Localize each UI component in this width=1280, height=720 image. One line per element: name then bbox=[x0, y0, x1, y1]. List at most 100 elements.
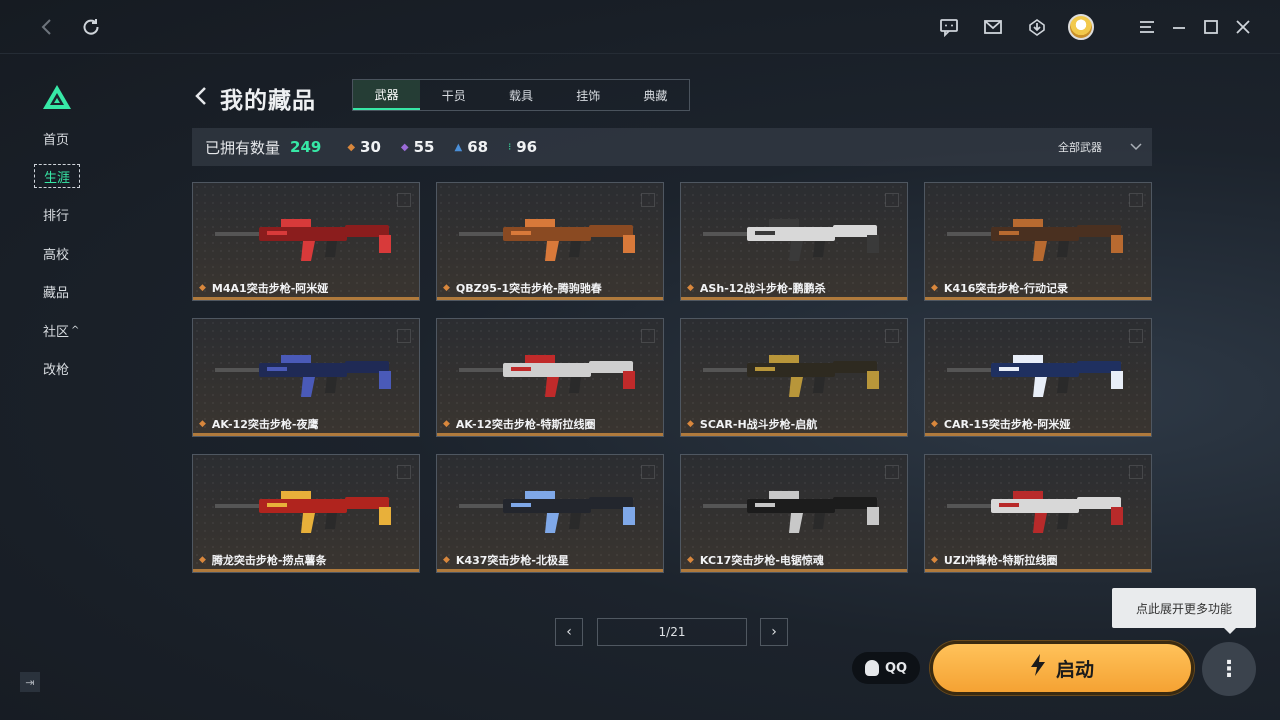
mail-icon[interactable] bbox=[980, 14, 1006, 40]
weapon-card[interactable]: ◆ QBZ95-1突击步枪-腾驹驰春 bbox=[436, 182, 664, 301]
sidebar-item-college[interactable]: 高校 bbox=[34, 241, 78, 265]
weapon-name: ◆ 腾龙突击步枪-捞点薯条 bbox=[199, 552, 327, 568]
weapon-name-label: CAR-15突击步枪-阿米娅 bbox=[943, 418, 1071, 431]
weapon-name: ◆ QBZ95-1突击步枪-腾驹驰春 bbox=[443, 280, 602, 296]
sidebar-item-home[interactable]: 首页 bbox=[34, 126, 78, 150]
rarity-rare: ▲ 68 bbox=[454, 138, 488, 156]
sidebar-item-collection[interactable]: 藏品 bbox=[34, 279, 78, 303]
rarity-gem-icon: ⁝ bbox=[508, 141, 512, 153]
weapon-name-label: UZI冲锋枪-特斯拉线圈 bbox=[943, 554, 1058, 567]
chevron-down-icon bbox=[1130, 140, 1142, 154]
lightning-icon bbox=[1030, 654, 1046, 682]
sidebar-item-gunsmith[interactable]: 改枪 bbox=[34, 356, 78, 380]
tab-vehicles[interactable]: 载具 bbox=[487, 80, 554, 110]
weapon-name: ◆ ASh-12战斗步枪-鹏鹏杀 bbox=[687, 280, 826, 296]
rarity-count: 30 bbox=[360, 138, 381, 156]
weapon-card[interactable]: ◆ K416突击步枪-行动记录 bbox=[924, 182, 1152, 301]
tab-charms[interactable]: 挂饰 bbox=[555, 80, 622, 110]
refresh-icon[interactable] bbox=[78, 14, 104, 40]
weapon-card[interactable]: ◆ UZI冲锋枪-特斯拉线圈 bbox=[924, 454, 1152, 573]
weapon-card[interactable]: ◆ KC17突击步枪-电锯惊魂 bbox=[680, 454, 908, 573]
app-logo-icon[interactable] bbox=[42, 84, 72, 110]
rarity-gem-icon: ◆ bbox=[199, 283, 206, 293]
menu-icon[interactable] bbox=[1134, 14, 1160, 40]
launch-label: 启动 bbox=[1055, 658, 1094, 681]
weapon-card[interactable]: ◆ AK-12突击步枪-夜鹰 bbox=[192, 318, 420, 437]
weapon-image bbox=[459, 491, 635, 533]
weapon-card[interactable]: ◆ SCAR-H战斗步枪-启航 bbox=[680, 318, 908, 437]
qq-icon bbox=[864, 660, 879, 676]
weapon-name: ◆ SCAR-H战斗步枪-启航 bbox=[687, 416, 817, 432]
qq-login-button[interactable]: QQ bbox=[852, 652, 920, 684]
rarity-gem-icon: ◆ bbox=[931, 555, 938, 565]
weapon-name: ◆ M4A1突击步枪-阿米娅 bbox=[199, 280, 328, 296]
minimize-icon[interactable] bbox=[1166, 14, 1192, 40]
tab-weapons[interactable]: 武器 bbox=[353, 80, 421, 110]
avatar[interactable] bbox=[1068, 14, 1094, 40]
close-icon[interactable] bbox=[1230, 14, 1256, 40]
sidebar-item-career[interactable]: 生涯 bbox=[34, 164, 81, 188]
weapon-card[interactable]: ◆ 腾龙突击步枪-捞点薯条 bbox=[192, 454, 420, 573]
weapon-image bbox=[459, 219, 635, 261]
weapon-name: ◆ KC17突击步枪-电锯惊魂 bbox=[687, 552, 824, 568]
rarity-gem-icon: ◆ bbox=[931, 419, 938, 429]
title-bar bbox=[0, 0, 1280, 54]
weapon-name-label: ASh-12战斗步枪-鹏鹏杀 bbox=[699, 282, 826, 295]
weapon-name-label: KC17突击步枪-电锯惊魂 bbox=[699, 554, 824, 567]
rarity-count: 96 bbox=[516, 138, 538, 156]
weapon-name: ◆ AK-12突击步枪-特斯拉线圈 bbox=[443, 416, 595, 432]
caret-up-icon: ^ bbox=[71, 324, 80, 336]
rarity-legendary: ◆ 30 bbox=[347, 138, 381, 156]
maximize-icon[interactable] bbox=[1198, 14, 1224, 40]
chat-icon[interactable] bbox=[936, 14, 962, 40]
weapon-card[interactable]: ◆ CAR-15突击步枪-阿米娅 bbox=[924, 318, 1152, 437]
sidebar: 首页 生涯 排行 高校 藏品 社区 ^ 改枪 ⇥ bbox=[0, 54, 112, 720]
weapon-name-label: K437突击步枪-北极星 bbox=[455, 554, 569, 567]
stats-bar: 已拥有数量 249 ◆ 30 ◆ 55 ▲ 68 ⁝ 96 全部武器 bbox=[192, 128, 1152, 166]
weapon-filter-dropdown[interactable]: 全部武器 bbox=[1058, 128, 1142, 166]
weapon-card[interactable]: ◆ AK-12突击步枪-特斯拉线圈 bbox=[436, 318, 664, 437]
prev-page-button[interactable]: ‹ bbox=[555, 618, 583, 646]
weapon-card[interactable]: ◆ ASh-12战斗步枪-鹏鹏杀 bbox=[680, 182, 908, 301]
weapon-card[interactable]: ◆ M4A1突击步枪-阿米娅 bbox=[192, 182, 420, 301]
rarity-gem-icon: ◆ bbox=[687, 555, 694, 565]
weapon-name-label: SCAR-H战斗步枪-启航 bbox=[699, 418, 818, 431]
rarity-gem-icon: ◆ bbox=[931, 283, 938, 293]
weapon-name: ◆ CAR-15突击步枪-阿米娅 bbox=[931, 416, 1070, 432]
weapon-image bbox=[703, 219, 879, 261]
tab-collection[interactable]: 典藏 bbox=[622, 80, 689, 110]
more-options-button[interactable]: ⋮ bbox=[1202, 642, 1256, 696]
rarity-gem-icon: ◆ bbox=[347, 141, 356, 153]
page-indicator: 1/21 bbox=[597, 618, 747, 646]
rarity-gem-icon: ◆ bbox=[443, 419, 450, 429]
rarity-gem-icon: ◆ bbox=[199, 419, 206, 429]
rarity-gem-icon: ◆ bbox=[443, 283, 450, 293]
weapon-name-label: M4A1突击步枪-阿米娅 bbox=[211, 282, 329, 295]
tab-operators[interactable]: 干员 bbox=[420, 80, 487, 110]
launch-button[interactable]: 启动 bbox=[930, 641, 1194, 695]
download-icon[interactable] bbox=[1024, 14, 1050, 40]
weapon-card[interactable]: ◆ K437突击步枪-北极星 bbox=[436, 454, 664, 573]
sidebar-item-community[interactable]: 社区 ^ bbox=[34, 318, 88, 342]
weapon-image bbox=[947, 355, 1123, 397]
weapon-name: ◆ K416突击步枪-行动记录 bbox=[931, 280, 1068, 296]
sidebar-item-ranking[interactable]: 排行 bbox=[34, 202, 78, 226]
rarity-gem-icon: ◆ bbox=[687, 283, 694, 293]
rarity-gem-icon: ◆ bbox=[199, 555, 206, 565]
collapse-sidebar-icon[interactable]: ⇥ bbox=[20, 672, 40, 692]
rarity-gem-icon: ◆ bbox=[687, 419, 694, 429]
weapon-name: ◆ AK-12突击步枪-夜鹰 bbox=[199, 416, 318, 432]
weapon-image bbox=[215, 219, 391, 261]
weapon-name-label: AK-12突击步枪-特斯拉线圈 bbox=[455, 418, 596, 431]
next-page-button[interactable]: › bbox=[760, 618, 788, 646]
rarity-gem-icon: ◆ bbox=[400, 141, 409, 153]
rarity-gem-icon: ◆ bbox=[443, 555, 450, 565]
rarity-count: 55 bbox=[413, 138, 435, 156]
back-button[interactable] bbox=[192, 84, 212, 108]
weapon-image bbox=[215, 355, 391, 397]
category-tabs: 武器 干员 载具 挂饰 典藏 bbox=[352, 79, 690, 111]
back-icon[interactable] bbox=[34, 14, 60, 40]
weapon-name: ◆ K437突击步枪-北极星 bbox=[443, 552, 569, 568]
rarity-gem-icon: ▲ bbox=[454, 141, 463, 153]
owned-label: 已拥有数量 bbox=[205, 138, 281, 157]
